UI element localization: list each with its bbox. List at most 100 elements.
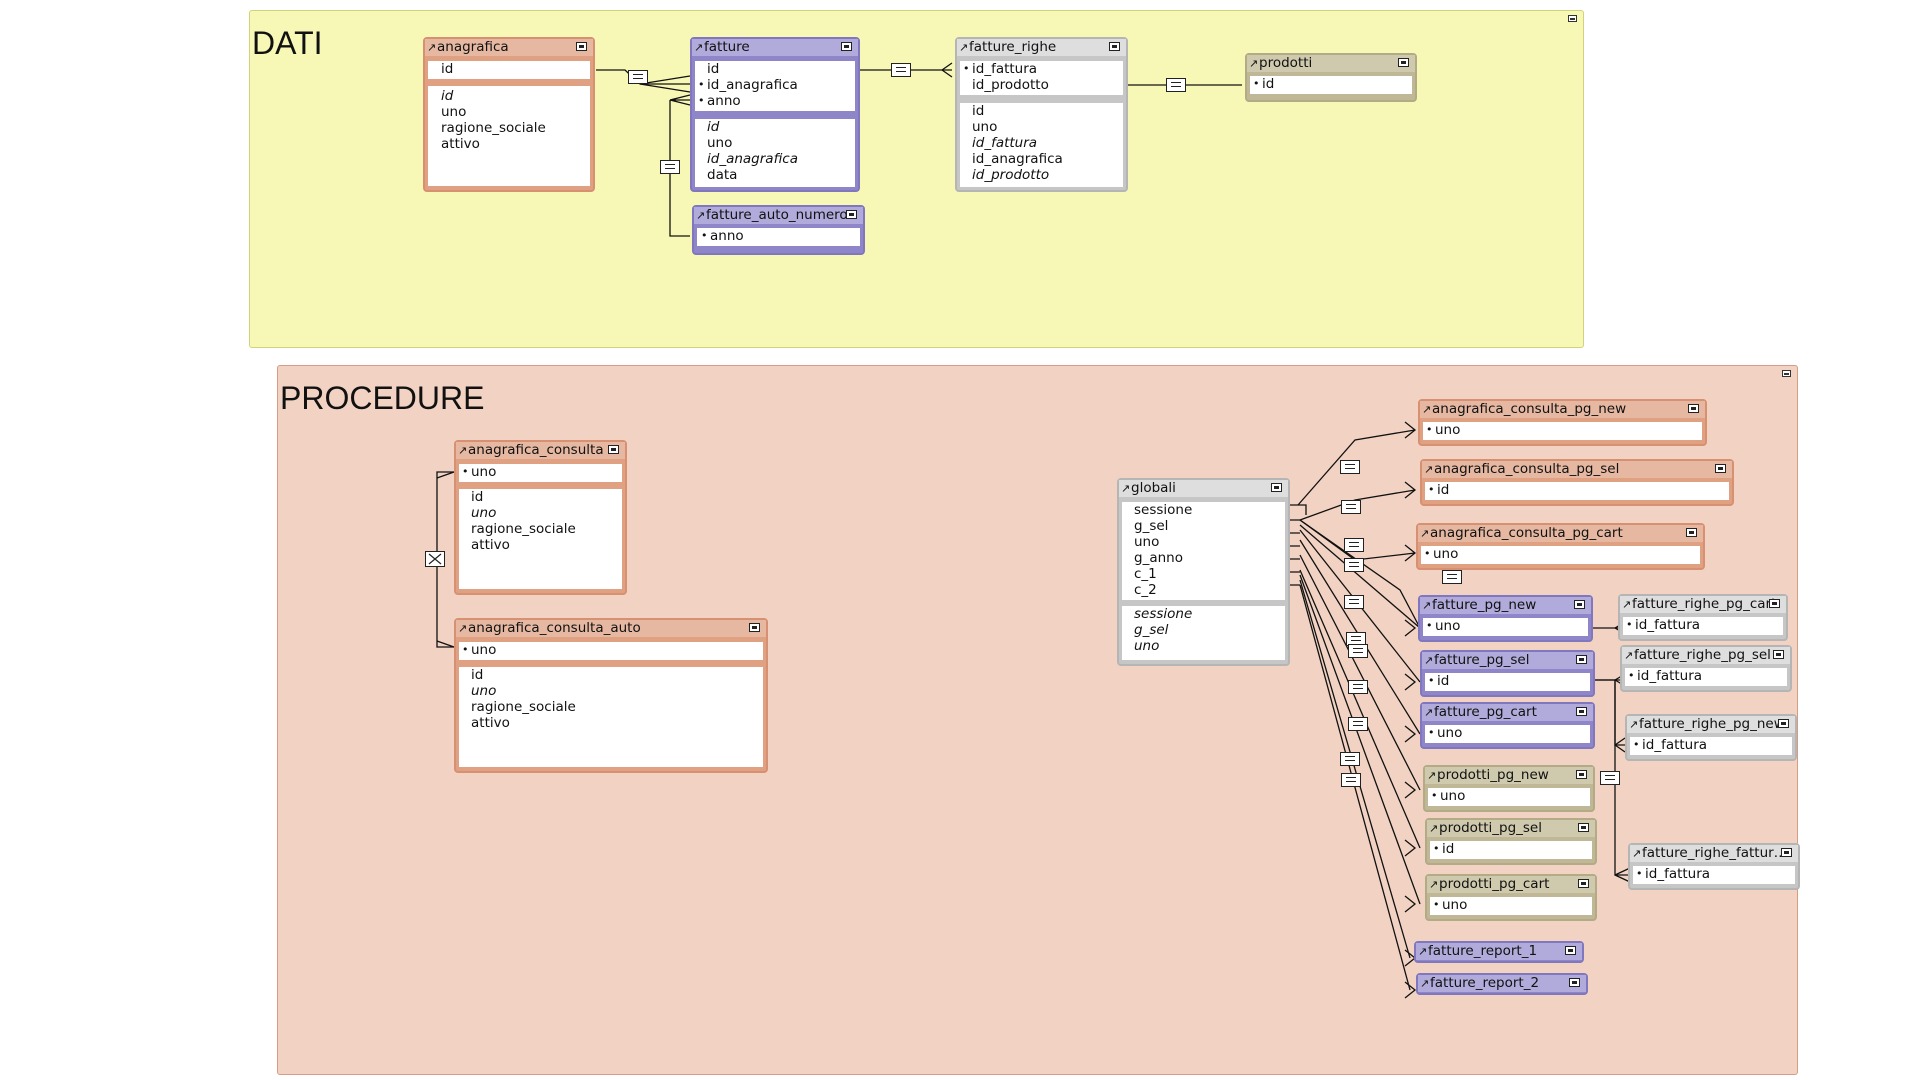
key-field[interactable]: id	[1433, 841, 1592, 857]
table-globali[interactable]: ↗ globali sessione g_sel uno g_anno c_1 c…	[1117, 478, 1290, 666]
table-header[interactable]: ↗ prodotti	[1247, 55, 1415, 72]
field[interactable]: sessione	[1134, 606, 1285, 622]
key-field[interactable]: id_prodotto	[972, 77, 1123, 93]
collapse-icon[interactable]	[1778, 719, 1789, 728]
table-header[interactable]: ↗ prodotti_pg_cart	[1427, 876, 1595, 893]
relationship-box[interactable]	[1600, 771, 1620, 785]
key-field[interactable]: anno	[698, 93, 855, 109]
table-anagrafica-consulta[interactable]: ↗anagrafica_consulta uno id uno ragione_…	[454, 440, 627, 595]
field[interactable]: id_anagrafica	[972, 151, 1123, 167]
field[interactable]: id	[707, 119, 855, 135]
table-header[interactable]: ↗ anagrafica	[425, 39, 593, 56]
key-field[interactable]: id_fattura	[963, 61, 1123, 77]
key-field[interactable]: id	[707, 61, 855, 77]
key-field[interactable]: id_fattura	[1628, 668, 1787, 684]
relationship-box[interactable]	[660, 160, 680, 174]
field[interactable]: ragione_sociale	[471, 699, 763, 715]
field[interactable]: uno	[441, 104, 590, 120]
collapse-icon[interactable]	[1688, 404, 1699, 413]
table-fatture-pg-new[interactable]: ↗fatture_pg_new uno	[1418, 595, 1593, 642]
key-field[interactable]: id	[441, 61, 590, 77]
field[interactable]: id_prodotto	[972, 167, 1123, 183]
table-anagrafica-consulta-pg-new[interactable]: ↗anagrafica_consulta_pg_new uno	[1418, 399, 1707, 446]
table-fatture-report-2[interactable]: ↗ fatture_report_2	[1416, 973, 1588, 995]
table-header[interactable]: ↗ fatture_auto_numero	[694, 207, 863, 224]
key-field[interactable]: anno	[701, 228, 860, 244]
collapse-icon[interactable]	[749, 623, 760, 632]
key-field[interactable]: id	[1253, 76, 1412, 92]
table-fatture-righe-fatture[interactable]: ↗fatture_righe_fattur… id_fattura	[1628, 843, 1800, 890]
key-field[interactable]: uno	[1426, 422, 1702, 438]
table-header[interactable]: ↗ fatture	[692, 39, 858, 56]
key-field[interactable]: uno	[1431, 788, 1590, 804]
relationship-box[interactable]	[1340, 460, 1360, 474]
table-header[interactable]: ↗ fatture_pg_new	[1420, 597, 1591, 614]
key-field[interactable]: g_sel	[1134, 518, 1285, 534]
table-header[interactable]: ↗ anagrafica_consulta_pg_cart	[1418, 525, 1703, 542]
group-dati-collapse-icon[interactable]	[1568, 15, 1577, 22]
key-field[interactable]: id_fattura	[1626, 617, 1783, 633]
relationship-box[interactable]	[1341, 773, 1361, 787]
field[interactable]: attivo	[471, 537, 622, 553]
table-fatture-righe[interactable]: ↗fatture_righe id_fattura id_prodotto id…	[955, 37, 1128, 192]
table-header[interactable]: ↗ fatture_pg_sel	[1422, 652, 1593, 669]
field[interactable]: id	[471, 489, 622, 505]
table-header[interactable]: ↗ anagrafica_consulta	[456, 442, 625, 459]
key-field[interactable]: uno	[1424, 546, 1700, 562]
table-fatture-righe-pg-sel[interactable]: ↗fatture_righe_pg_sel id_fattura	[1620, 645, 1792, 692]
relationship-box[interactable]	[1344, 538, 1364, 552]
key-field[interactable]: uno	[1426, 618, 1588, 634]
table-header[interactable]: ↗ fatture_righe	[957, 39, 1126, 56]
key-field[interactable]: g_anno	[1134, 550, 1285, 566]
table-fatture-pg-cart[interactable]: ↗fatture_pg_cart uno	[1420, 702, 1595, 749]
table-header[interactable]: ↗ fatture_righe_pg_new	[1627, 716, 1795, 733]
field[interactable]: uno	[471, 505, 622, 521]
key-field[interactable]: c_1	[1134, 566, 1285, 582]
relationship-box[interactable]	[1166, 78, 1186, 92]
field[interactable]: ragione_sociale	[441, 120, 590, 136]
table-fatture-righe-pg-cart[interactable]: ↗fatture_righe_pg_cart id_fattura	[1618, 594, 1788, 641]
table-fatture[interactable]: ↗fatture id id_anagrafica anno id uno id…	[690, 37, 860, 192]
collapse-icon[interactable]	[1715, 464, 1726, 473]
collapse-icon[interactable]	[846, 210, 857, 219]
table-header[interactable]: ↗ anagrafica_consulta_pg_sel	[1422, 461, 1732, 478]
collapse-icon[interactable]	[1686, 528, 1697, 537]
field[interactable]: uno	[1134, 638, 1285, 654]
collapse-icon[interactable]	[1781, 848, 1792, 857]
field[interactable]: uno	[972, 119, 1123, 135]
field[interactable]: id	[972, 103, 1123, 119]
table-fatture-pg-sel[interactable]: ↗fatture_pg_sel id	[1420, 650, 1595, 697]
collapse-icon[interactable]	[1271, 483, 1282, 492]
collapse-icon[interactable]	[1578, 879, 1589, 888]
key-field[interactable]: uno	[462, 642, 763, 658]
table-header[interactable]: ↗ prodotti_pg_sel	[1427, 820, 1595, 837]
field[interactable]: attivo	[441, 136, 590, 152]
field[interactable]: id	[441, 88, 590, 104]
collapse-icon[interactable]	[1398, 58, 1409, 67]
key-field[interactable]: id	[1428, 482, 1729, 498]
group-procedure-collapse-icon[interactable]	[1782, 370, 1791, 377]
key-field[interactable]: c_2	[1134, 582, 1285, 598]
relationship-box[interactable]	[1348, 717, 1368, 731]
field[interactable]: attivo	[471, 715, 763, 731]
field[interactable]: id_anagrafica	[707, 151, 855, 167]
table-header[interactable]: ↗ anagrafica_consulta_pg_new	[1420, 401, 1705, 418]
collapse-icon[interactable]	[1576, 655, 1587, 664]
collapse-icon[interactable]	[841, 42, 852, 51]
key-field[interactable]: uno	[1428, 725, 1590, 741]
relationship-box[interactable]	[1340, 752, 1360, 766]
key-field[interactable]: sessione	[1134, 502, 1285, 518]
table-header[interactable]: ↗ fatture_righe_pg_cart	[1620, 596, 1786, 613]
field[interactable]: g_sel	[1134, 622, 1285, 638]
key-field[interactable]: uno	[1433, 897, 1592, 913]
relationship-box[interactable]	[1442, 570, 1462, 584]
key-field[interactable]: uno	[1134, 534, 1285, 550]
field[interactable]: id	[471, 667, 763, 683]
table-header[interactable]: ↗ anagrafica_consulta_auto	[456, 620, 766, 637]
collapse-icon[interactable]	[1574, 600, 1585, 609]
relationship-box[interactable]	[891, 63, 911, 77]
table-header[interactable]: ↗ globali	[1119, 480, 1288, 497]
table-anagrafica[interactable]: ↗ anagrafica id id uno ragione_sociale at…	[423, 37, 595, 192]
table-fatture-auto-numero[interactable]: ↗fatture_auto_numero anno	[692, 205, 865, 255]
collapse-icon[interactable]	[1576, 770, 1587, 779]
